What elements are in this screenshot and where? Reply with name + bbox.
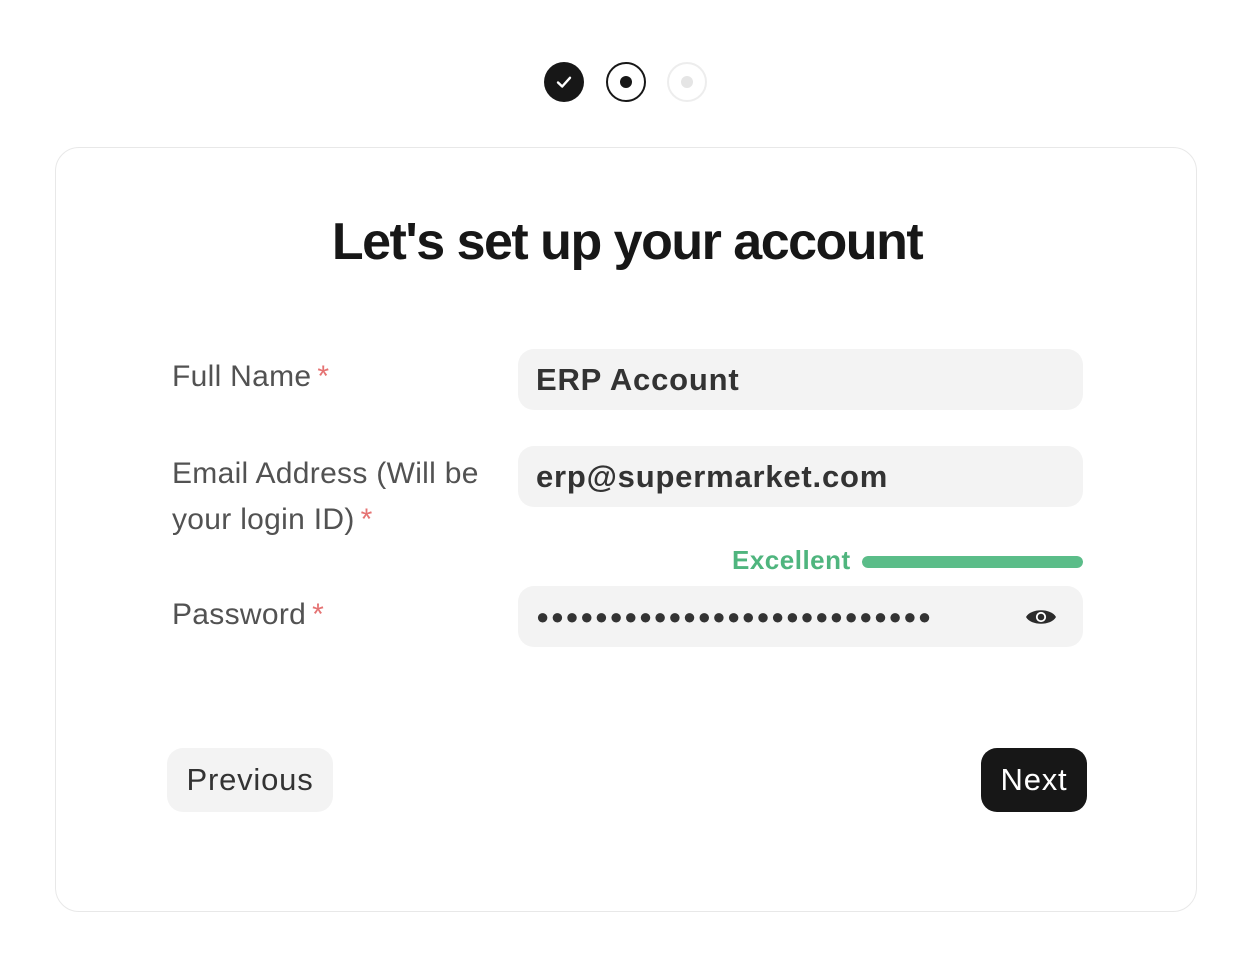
page-title: Let's set up your account	[331, 213, 924, 271]
password-label: Password *	[172, 592, 502, 638]
full-name-label: Full Name *	[172, 354, 502, 400]
email-label-text: Email Address (Will be your login ID)	[172, 457, 479, 536]
previous-button[interactable]: Previous	[167, 748, 333, 812]
full-name-value: ERP Account	[536, 362, 740, 397]
dot-icon	[681, 76, 693, 88]
password-label-text: Password	[172, 598, 307, 631]
required-marker: *	[317, 360, 330, 393]
eye-icon[interactable]	[1025, 606, 1057, 628]
email-label: Email Address (Will be your login ID) *	[172, 451, 502, 543]
step-1-completed	[544, 62, 584, 102]
email-value: erp@supermarket.com	[536, 459, 889, 494]
required-marker: *	[312, 598, 325, 631]
password-strength-fill	[862, 556, 1083, 568]
password-strength-label: Excellent	[732, 545, 851, 575]
password-input[interactable]: ●●●●●●●●●●●●●●●●●●●●●●●●●●●	[518, 586, 1083, 647]
account-setup-card: Let's set up your account Full Name * ERP…	[55, 147, 1197, 912]
dot-icon	[620, 76, 632, 88]
full-name-label-text: Full Name	[172, 360, 312, 393]
next-button[interactable]: Next	[981, 748, 1087, 812]
password-strength-meter	[862, 556, 1083, 568]
check-icon	[556, 76, 572, 88]
step-3-upcoming	[667, 62, 707, 102]
step-2-current	[606, 62, 646, 102]
email-input[interactable]: erp@supermarket.com	[518, 446, 1083, 507]
password-value: ●●●●●●●●●●●●●●●●●●●●●●●●●●●	[536, 604, 933, 629]
required-marker: *	[360, 503, 373, 536]
full-name-input[interactable]: ERP Account	[518, 349, 1083, 410]
progress-stepper	[0, 62, 1258, 102]
